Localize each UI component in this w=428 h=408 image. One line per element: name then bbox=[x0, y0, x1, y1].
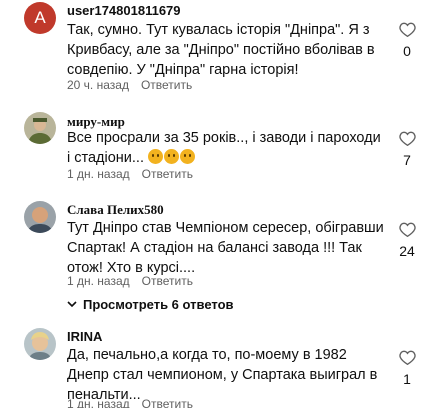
comment-text: Так, сумно. Тут кувалась історія "Дніпра… bbox=[67, 22, 375, 78]
comment-author[interactable]: user174801811679 bbox=[67, 3, 181, 18]
comment-time: 1 дн. назад bbox=[67, 167, 130, 181]
avatar[interactable]: A bbox=[24, 2, 56, 34]
comment-meta: 20 ч. назад Ответить bbox=[67, 78, 192, 92]
like-count: 7 bbox=[403, 152, 411, 168]
reply-button[interactable]: Ответить bbox=[142, 167, 193, 181]
avatar[interactable] bbox=[24, 112, 56, 144]
like-count: 1 bbox=[403, 371, 411, 387]
comment-text: Тут Дніпро став Чемпіоном сересер, обігр… bbox=[67, 220, 384, 276]
chevron-down-icon bbox=[67, 301, 77, 308]
comment-time: 1 дн. назад bbox=[67, 274, 130, 288]
comment-text-body: Все просрали за 35 років.., і заводи і п… bbox=[67, 130, 381, 166]
avatar[interactable] bbox=[24, 328, 56, 360]
comment-author[interactable]: IRINA bbox=[67, 329, 102, 344]
reply-button[interactable]: Ответить bbox=[142, 274, 193, 288]
comment-meta: 1 дн. назад Ответить bbox=[67, 274, 193, 288]
sad-face-icon bbox=[180, 149, 196, 164]
comment-meta: 1 дн. назад Ответить bbox=[67, 397, 193, 408]
comment-meta: 1 дн. назад Ответить bbox=[67, 167, 193, 181]
view-replies-label: Просмотреть 6 ответов bbox=[83, 297, 234, 312]
reply-button[interactable]: Ответить bbox=[142, 397, 193, 408]
avatar-image bbox=[24, 328, 56, 360]
sad-face-icon bbox=[148, 149, 164, 164]
comment-text: Все просрали за 35 років.., і заводи і п… bbox=[67, 128, 385, 168]
heart-icon bbox=[398, 350, 416, 365]
comment-author[interactable]: Слава Пелих580 bbox=[67, 202, 164, 218]
like-count: 24 bbox=[399, 243, 415, 259]
sad-face-icon bbox=[164, 149, 180, 164]
like-count: 0 bbox=[403, 43, 411, 59]
heart-icon bbox=[398, 222, 416, 237]
avatar-image bbox=[24, 201, 56, 233]
like-button[interactable]: 24 bbox=[396, 222, 418, 259]
comment-time: 1 дн. назад bbox=[67, 397, 130, 408]
reply-button[interactable]: Ответить bbox=[141, 78, 192, 92]
heart-icon bbox=[398, 131, 416, 146]
view-replies-button[interactable]: Просмотреть 6 ответов bbox=[67, 297, 234, 312]
avatar[interactable] bbox=[24, 201, 56, 233]
like-button[interactable]: 1 bbox=[396, 350, 418, 387]
comment-time: 20 ч. назад bbox=[67, 78, 129, 92]
like-button[interactable]: 7 bbox=[396, 131, 418, 168]
like-button[interactable]: 0 bbox=[396, 22, 418, 59]
heart-icon bbox=[398, 22, 416, 37]
comment-text: Да, печально,а когда то, по-моему в 1982… bbox=[67, 347, 378, 403]
avatar-image bbox=[24, 112, 56, 144]
